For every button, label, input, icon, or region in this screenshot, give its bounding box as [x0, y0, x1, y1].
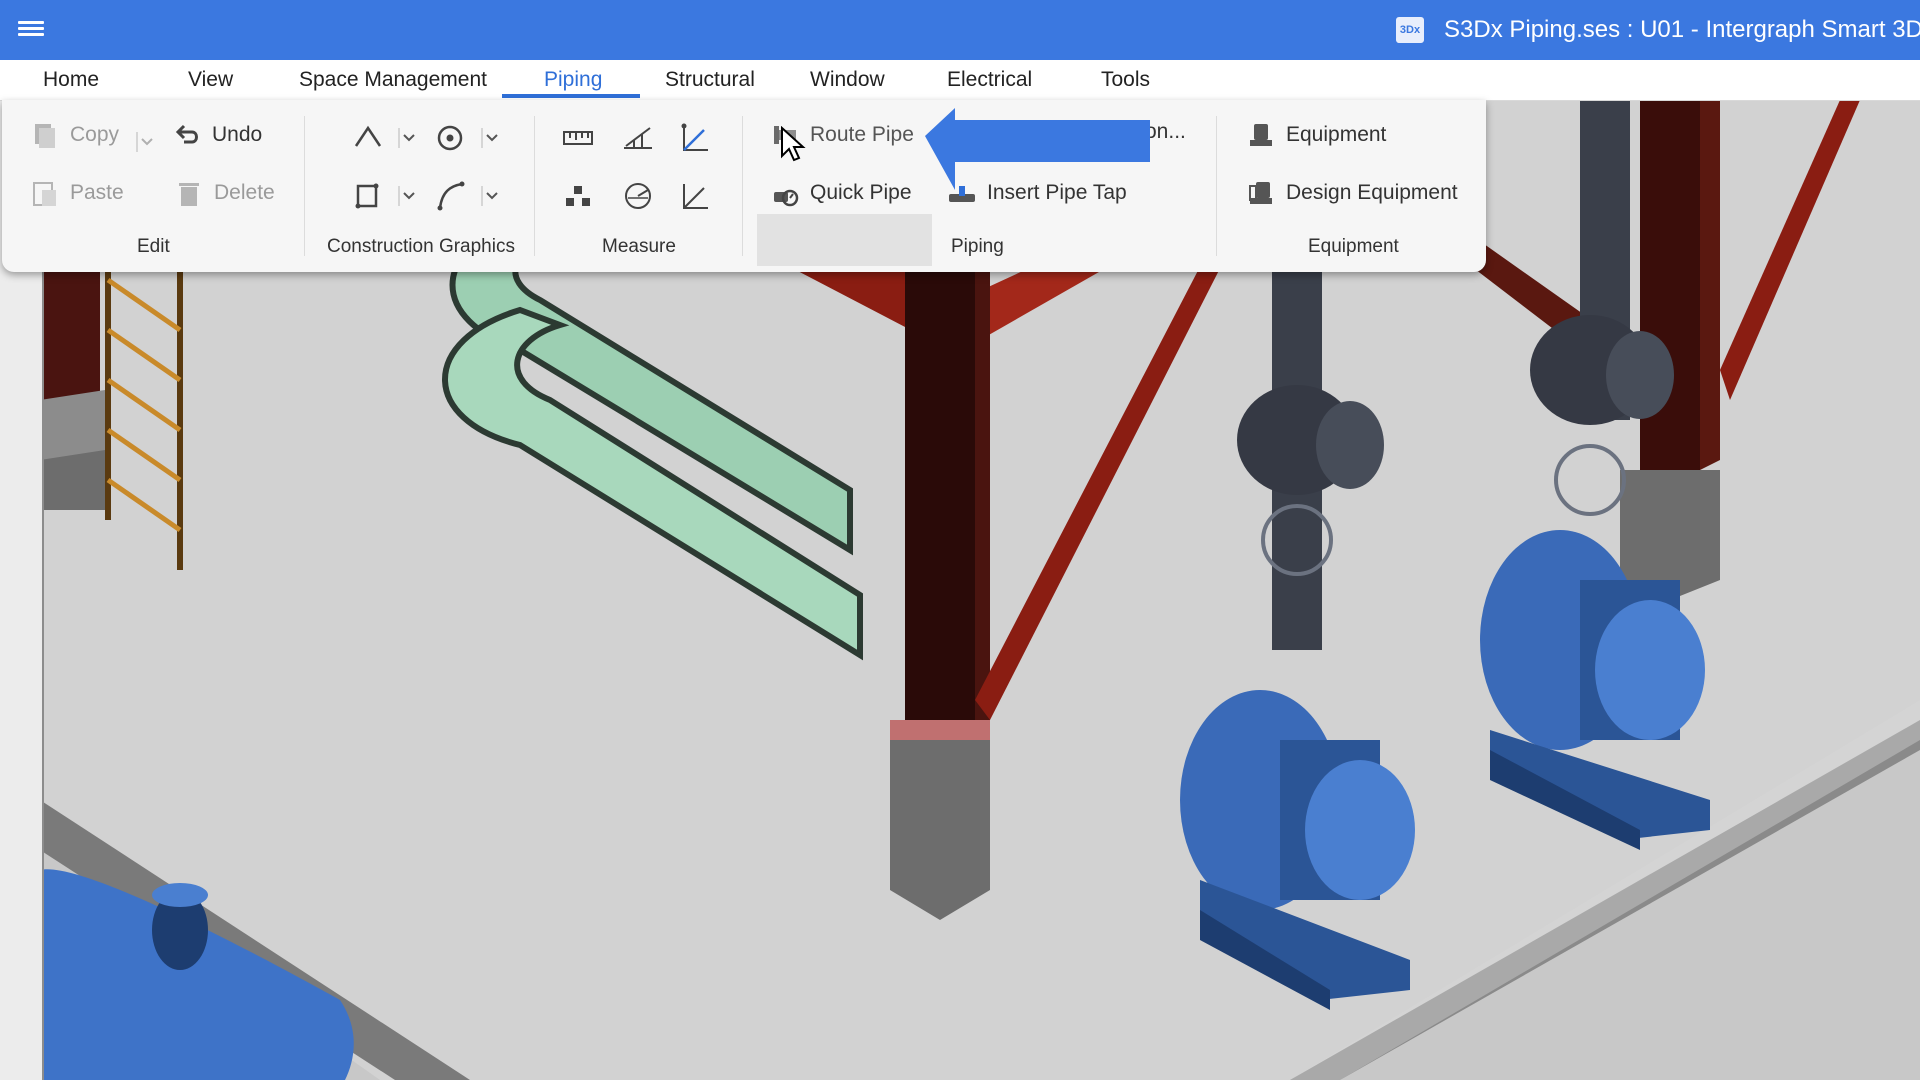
edit-group-label: Edit: [137, 236, 170, 257]
plane-tool-icon[interactable]: [350, 178, 386, 214]
design-equipment-button[interactable]: Design Equipment: [1246, 178, 1458, 208]
copy-dropdown-chevron-icon[interactable]: [135, 132, 155, 152]
tab-electrical[interactable]: Electrical: [947, 68, 1032, 92]
measure-radius-icon[interactable]: [620, 178, 656, 214]
equipment-label: Equipment: [1286, 123, 1387, 146]
group-separator: [742, 116, 743, 256]
measure-distance-icon[interactable]: [560, 120, 596, 156]
tab-piping[interactable]: Piping: [544, 68, 602, 92]
trash-icon: [179, 183, 199, 206]
plane-tool-dropdown-chevron-icon[interactable]: [397, 186, 417, 206]
hamburger-menu-icon[interactable]: [18, 18, 44, 40]
undo-icon: [175, 124, 198, 144]
measure-minimum-distance-icon[interactable]: [560, 178, 596, 214]
quick-pipe-button[interactable]: Quick Pipe: [770, 178, 912, 208]
design-equipment-icon: [1249, 182, 1272, 204]
route-pipe-label: Route Pipe: [810, 123, 914, 146]
paste-label: Paste: [70, 181, 124, 204]
copy-icon: [35, 124, 55, 148]
arc-tool-icon[interactable]: [432, 178, 468, 214]
delete-label: Delete: [214, 181, 275, 204]
tab-tools[interactable]: Tools: [1101, 68, 1150, 92]
paste-icon: [33, 182, 56, 206]
arc-tool-dropdown-chevron-icon[interactable]: [480, 186, 500, 206]
window-title: S3Dx Piping.ses : U01 - Intergraph Smart…: [1444, 16, 1920, 43]
line-tool-dropdown-chevron-icon[interactable]: [397, 128, 417, 148]
measure-group-label: Measure: [602, 236, 676, 257]
piping-group-label: Piping: [951, 236, 1004, 257]
undo-label: Undo: [212, 123, 263, 146]
truncated-piping-label: on...: [1145, 120, 1186, 143]
circle-tool-icon[interactable]: [432, 120, 468, 156]
ribbon-panel: Copy Undo Paste Delete Edit Construction…: [2, 100, 1486, 272]
delete-button[interactable]: Delete: [174, 178, 275, 208]
title-bar: 3Dx S3Dx Piping.ses : U01 - Intergraph S…: [0, 0, 1920, 60]
undo-button[interactable]: Undo: [172, 120, 262, 150]
menu-bar: Home View Space Management Piping Struct…: [0, 60, 1920, 101]
quick-pipe-icon: [774, 189, 799, 207]
group-separator: [304, 116, 305, 256]
paste-button[interactable]: Paste: [30, 178, 124, 208]
copy-label: Copy: [70, 123, 120, 146]
copy-button[interactable]: Copy: [30, 120, 119, 150]
tab-structural[interactable]: Structural: [665, 68, 755, 92]
measure-corner-icon[interactable]: [678, 178, 714, 214]
construction-graphics-group-label: Construction Graphics: [327, 236, 515, 257]
mouse-cursor-icon: [781, 126, 806, 162]
group-separator: [534, 116, 535, 256]
circle-tool-dropdown-chevron-icon[interactable]: [480, 128, 500, 148]
equipment-group-label: Equipment: [1308, 236, 1399, 257]
tab-home[interactable]: Home: [43, 68, 99, 92]
measure-slope-icon[interactable]: [620, 120, 656, 156]
blue-pointer-arrow: [925, 108, 1150, 190]
tab-space-management[interactable]: Space Management: [299, 68, 487, 92]
equipment-icon: [1250, 124, 1272, 146]
measure-angle-icon[interactable]: [678, 120, 714, 156]
design-equipment-label: Design Equipment: [1286, 181, 1458, 204]
tab-window[interactable]: Window: [810, 68, 885, 92]
group-separator: [1216, 116, 1217, 256]
quick-pipe-label: Quick Pipe: [810, 181, 912, 204]
truncated-piping-item[interactable]: on...: [1145, 120, 1186, 144]
route-pipe-hover-highlight: [757, 214, 932, 266]
active-tab-indicator: [502, 94, 640, 98]
line-tool-icon[interactable]: [350, 120, 386, 156]
tab-view[interactable]: View: [188, 68, 233, 92]
app-logo: 3Dx: [1396, 17, 1424, 43]
equipment-button[interactable]: Equipment: [1246, 120, 1386, 150]
